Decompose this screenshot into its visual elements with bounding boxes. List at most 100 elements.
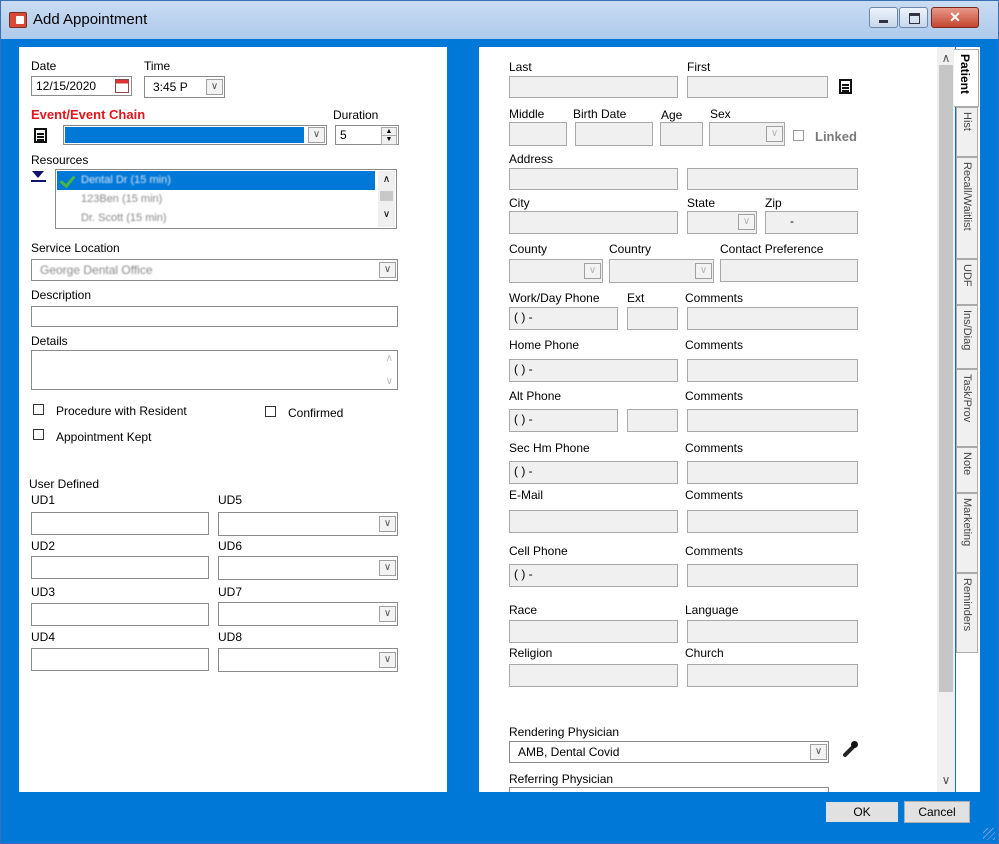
description-input[interactable]: [31, 306, 398, 327]
race-input[interactable]: [509, 620, 678, 643]
sec-comments-input[interactable]: [687, 461, 858, 484]
tab-ins-diag[interactable]: Ins/Diag: [956, 305, 978, 369]
chevron-down-icon[interactable]: ∨: [738, 214, 755, 230]
scroll-down-icon[interactable]: ∨: [378, 209, 395, 220]
chevron-down-icon[interactable]: ∨: [206, 79, 223, 95]
chevron-down-icon[interactable]: ∨: [810, 744, 827, 760]
work-day-phone-input[interactable]: ( ) -: [509, 307, 618, 330]
language-input[interactable]: [687, 620, 858, 643]
ok-button[interactable]: OK: [825, 801, 899, 823]
chevron-down-icon[interactable]: ∨: [766, 126, 783, 142]
religion-input[interactable]: [509, 664, 678, 687]
ud3-input[interactable]: [31, 603, 209, 626]
list-item[interactable]: Dr. Scott (15 min): [57, 209, 375, 228]
scroll-up-icon[interactable]: ∧: [378, 174, 395, 185]
resources-scrollbar[interactable]: ∧ ∨: [378, 171, 395, 227]
confirmed-checkbox[interactable]: [265, 406, 276, 417]
close-button[interactable]: ✕: [931, 7, 979, 28]
address-line2-input[interactable]: [687, 168, 858, 190]
alt-phone-label: Alt Phone: [509, 389, 562, 403]
sec-hm-phone-input[interactable]: ( ) -: [509, 461, 678, 484]
email-comments-input[interactable]: [687, 510, 858, 533]
date-field[interactable]: 12/15/2020: [31, 76, 132, 96]
email-input[interactable]: [509, 510, 678, 533]
work-comments-input[interactable]: [687, 307, 858, 330]
service-location-select[interactable]: George Dental Office ∨: [31, 259, 398, 281]
alt-phone-input[interactable]: ( ) -: [509, 409, 618, 432]
country-select[interactable]: ∨: [609, 259, 714, 283]
scroll-up-icon[interactable]: ∧: [937, 51, 955, 65]
alt-ext-input[interactable]: [627, 409, 678, 432]
ud1-input[interactable]: [31, 512, 209, 535]
tab-recall-waitlist[interactable]: Recall/Waitlist: [956, 157, 978, 259]
referring-physician-select[interactable]: [509, 787, 829, 792]
age-input[interactable]: [660, 122, 703, 146]
event-chain-select[interactable]: ∨: [63, 125, 327, 145]
eyedropper-icon[interactable]: [839, 740, 859, 760]
duration-stepper[interactable]: 5 ▲ ▼: [335, 125, 399, 145]
address-line1-input[interactable]: [509, 168, 678, 190]
tab-task-prov[interactable]: Task/Prov: [956, 369, 978, 447]
state-select[interactable]: ∨: [687, 211, 757, 234]
first-name-input[interactable]: [687, 76, 828, 98]
tab-note[interactable]: Note: [956, 447, 978, 493]
scroll-down-icon[interactable]: ∨: [937, 773, 955, 787]
scroll-thumb[interactable]: [380, 191, 393, 201]
procedure-with-resident-checkbox[interactable]: [33, 404, 44, 415]
ud6-select[interactable]: ∨: [218, 556, 398, 580]
ud2-input[interactable]: [31, 556, 209, 579]
calendar-icon[interactable]: [115, 79, 129, 93]
cell-phone-input[interactable]: ( ) -: [509, 564, 678, 587]
chevron-down-icon[interactable]: ∨: [308, 127, 325, 143]
middle-name-input[interactable]: [509, 122, 567, 146]
resources-list[interactable]: Dental Dr (15 min) 123Ben (15 min) Dr. S…: [55, 169, 397, 229]
chevron-down-icon[interactable]: ∨: [695, 263, 712, 279]
tab-patient[interactable]: Patient: [954, 49, 979, 107]
work-ext-input[interactable]: [627, 307, 678, 330]
zip-input[interactable]: -: [765, 211, 858, 234]
chevron-down-icon[interactable]: ∨: [379, 652, 396, 668]
home-phone-input[interactable]: ( ) -: [509, 359, 678, 382]
chevron-down-icon[interactable]: ∨: [379, 262, 396, 278]
sex-select[interactable]: ∨: [709, 122, 785, 146]
patient-panel-scrollbar[interactable]: ∧ ∨: [937, 47, 955, 792]
chevron-down-icon[interactable]: ∨: [379, 560, 396, 576]
ud8-select[interactable]: ∨: [218, 648, 398, 672]
ud5-select[interactable]: ∨: [218, 512, 398, 536]
appointment-kept-checkbox[interactable]: [33, 429, 44, 440]
time-select[interactable]: 3:45 P ∨: [144, 76, 225, 98]
list-item[interactable]: Dental Dr (15 min): [57, 171, 375, 190]
scroll-thumb[interactable]: [939, 65, 953, 692]
contact-preference-input[interactable]: [720, 259, 858, 282]
chevron-down-icon[interactable]: ∨: [379, 606, 396, 622]
tab-marketing[interactable]: Marketing: [956, 493, 978, 573]
chevron-down-icon[interactable]: ∨: [379, 516, 396, 532]
maximize-button[interactable]: [899, 7, 928, 28]
notepad-icon[interactable]: [34, 128, 47, 143]
alt-comments-input[interactable]: [687, 409, 858, 432]
birth-date-input[interactable]: [575, 122, 653, 146]
notepad-icon[interactable]: [839, 79, 852, 94]
minimize-button[interactable]: [869, 7, 898, 28]
county-select[interactable]: ∨: [509, 259, 603, 283]
rendering-physician-select[interactable]: AMB, Dental Covid ∨: [509, 741, 829, 763]
home-comments-input[interactable]: [687, 359, 858, 382]
chevron-down-icon[interactable]: ∨: [584, 263, 601, 279]
home-phone-label: Home Phone: [509, 338, 580, 352]
ud4-input[interactable]: [31, 648, 209, 671]
spin-down-icon[interactable]: ▼: [381, 135, 397, 145]
list-item[interactable]: 123Ben (15 min): [57, 190, 375, 209]
tab-udf[interactable]: UDF: [956, 259, 978, 305]
resize-grip-icon[interactable]: [983, 828, 995, 840]
cell-comments-input[interactable]: [687, 564, 858, 587]
ud7-select[interactable]: ∨: [218, 602, 398, 626]
linked-checkbox[interactable]: [793, 130, 804, 141]
tab-reminders[interactable]: Reminders: [956, 573, 978, 653]
cancel-button[interactable]: Cancel: [904, 801, 970, 823]
last-name-input[interactable]: [509, 76, 678, 98]
details-textarea[interactable]: ∧ ∨: [31, 350, 398, 390]
tab-hist[interactable]: Hist: [956, 107, 978, 157]
resources-dropdown-arrow-icon[interactable]: [31, 170, 46, 182]
church-input[interactable]: [687, 664, 858, 687]
city-input[interactable]: [509, 211, 678, 234]
